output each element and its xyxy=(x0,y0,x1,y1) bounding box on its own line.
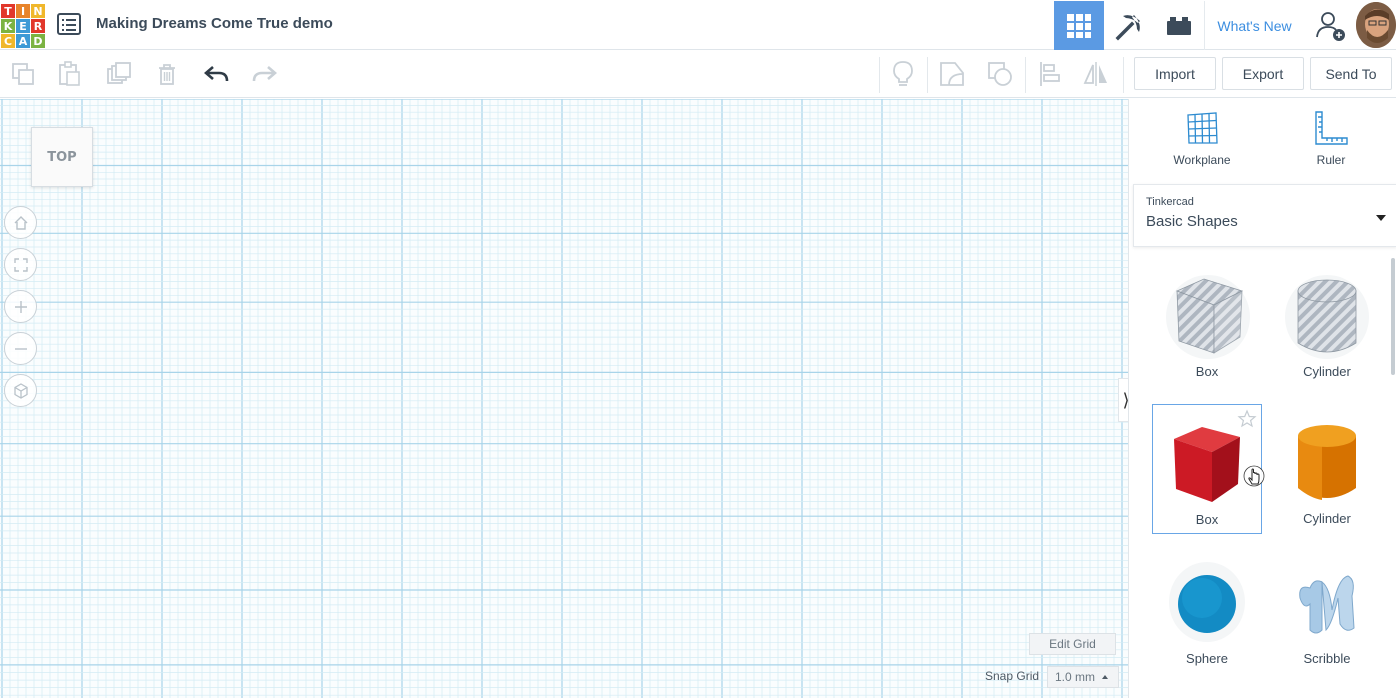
shape-grid: Box Cylinder Box Cylinder Sphere Scribbl… xyxy=(1129,257,1389,698)
add-user-icon xyxy=(1316,11,1345,41)
box-thumbnail xyxy=(1162,419,1252,509)
caret-up-icon xyxy=(1102,675,1108,679)
workplane-grid xyxy=(0,99,1128,698)
edit-grid-button[interactable]: Edit Grid xyxy=(1029,633,1116,655)
logo-letter: D xyxy=(31,34,45,48)
library-category: Tinkercad xyxy=(1146,196,1194,208)
undo-icon[interactable] xyxy=(202,59,232,89)
panel-scrollbar[interactable] xyxy=(1391,258,1395,375)
brick-icon xyxy=(1167,16,1191,35)
copy-icon[interactable] xyxy=(8,59,38,89)
mirror-icon[interactable] xyxy=(1081,59,1111,89)
plus-icon xyxy=(14,300,27,313)
box-hole-thumbnail xyxy=(1162,271,1252,361)
cube-icon xyxy=(13,382,28,399)
shape-box[interactable]: Box xyxy=(1152,404,1265,534)
shape-library-select[interactable]: Tinkercad Basic Shapes xyxy=(1133,184,1396,247)
snap-grid-label: Snap Grid xyxy=(985,669,1040,683)
3d-design-view-button[interactable] xyxy=(1054,1,1104,50)
top-bar: T I N K E R C A D Making Dreams Come Tru… xyxy=(0,0,1396,50)
shape-label: Cylinder xyxy=(1303,364,1351,379)
shape-label: Sphere xyxy=(1186,651,1228,666)
shape-label: Scribble xyxy=(1303,651,1351,666)
shape-label: Box xyxy=(1195,364,1219,379)
sphere-thumbnail xyxy=(1162,558,1252,648)
home-view-button[interactable] xyxy=(4,206,37,239)
export-button[interactable]: Export xyxy=(1222,57,1304,90)
zoom-in-button[interactable] xyxy=(4,290,37,323)
notes-lightbulb-icon[interactable] xyxy=(888,59,918,89)
workplane-tool[interactable]: Workplane xyxy=(1157,109,1247,174)
group-icon[interactable] xyxy=(937,59,967,89)
snap-grid-select[interactable]: 1.0 mm xyxy=(1047,666,1119,688)
snap-grid-value: 1.0 mm xyxy=(1055,670,1096,684)
send-to-button[interactable]: Send To xyxy=(1310,57,1392,90)
logo-letter: C xyxy=(1,34,15,48)
ungroup-icon[interactable] xyxy=(985,59,1015,89)
tinkercad-logo[interactable]: T I N K E R C A D xyxy=(0,3,45,48)
delete-icon[interactable] xyxy=(152,59,182,89)
grid-icon xyxy=(1067,13,1091,38)
paste-icon[interactable] xyxy=(54,59,84,89)
zoom-out-button[interactable] xyxy=(4,332,37,365)
logo-letter: T xyxy=(1,4,15,18)
fit-view-button[interactable] xyxy=(4,248,37,281)
shape-cylinder[interactable]: Cylinder xyxy=(1272,404,1382,534)
perspective-button[interactable] xyxy=(4,374,37,407)
workplane-icon xyxy=(1187,112,1218,144)
workplane-tool-label: Workplane xyxy=(1173,153,1231,167)
shape-label: Cylinder xyxy=(1303,511,1351,526)
fit-icon xyxy=(13,257,28,272)
redo-icon[interactable] xyxy=(249,59,279,89)
logo-letter: A xyxy=(16,34,30,48)
minecraft-view-button[interactable] xyxy=(1104,1,1154,50)
scribble-thumbnail xyxy=(1282,558,1372,648)
bricks-view-button[interactable] xyxy=(1154,1,1204,50)
toolbar-divider xyxy=(1025,57,1026,93)
user-avatar[interactable] xyxy=(1356,2,1396,48)
workplane-canvas[interactable]: Edit Grid Snap Grid 1.0 mm xyxy=(0,99,1128,698)
add-collaborator-button[interactable] xyxy=(1306,1,1356,50)
hand-cursor-icon xyxy=(1243,465,1265,487)
home-icon xyxy=(14,215,27,230)
toolbar-divider xyxy=(1123,57,1124,93)
logo-letter: I xyxy=(16,4,30,18)
logo-letter: K xyxy=(1,19,15,33)
shape-cylinder-hole[interactable]: Cylinder xyxy=(1272,257,1382,387)
duplicate-icon[interactable] xyxy=(104,59,134,89)
cylinder-hole-thumbnail xyxy=(1282,271,1372,361)
view-cube-face-label: TOP xyxy=(47,149,77,165)
align-icon[interactable] xyxy=(1035,59,1065,89)
design-list-icon[interactable] xyxy=(57,13,81,35)
ruler-tool[interactable]: Ruler xyxy=(1286,109,1376,174)
edit-toolbar: Import Export Send To xyxy=(0,51,1396,98)
logo-letter: E xyxy=(16,19,30,33)
dropdown-arrow-icon xyxy=(1376,215,1386,221)
view-cube[interactable]: TOP xyxy=(31,127,93,187)
shape-label: Box xyxy=(1195,512,1219,527)
shape-sphere[interactable]: Sphere xyxy=(1152,544,1262,674)
ruler-tool-label: Ruler xyxy=(1316,153,1346,167)
shape-box-hole[interactable]: Box xyxy=(1152,257,1262,387)
whats-new-link[interactable]: What's New xyxy=(1204,1,1304,50)
library-name: Basic Shapes xyxy=(1146,213,1238,230)
ruler-icon xyxy=(1315,111,1348,145)
shapes-panel: Workplane Ruler Tinkercad Basic Shapes B… xyxy=(1128,99,1396,698)
toolbar-divider xyxy=(927,57,928,93)
favorite-star-icon[interactable] xyxy=(1237,409,1257,429)
logo-letter: R xyxy=(31,19,45,33)
design-title[interactable]: Making Dreams Come True demo xyxy=(96,15,333,32)
minus-icon xyxy=(14,347,27,350)
import-button[interactable]: Import xyxy=(1134,57,1216,90)
toolbar-divider xyxy=(879,57,880,93)
pickaxe-icon xyxy=(1115,14,1140,40)
shape-scribble[interactable]: Scribble xyxy=(1272,544,1382,674)
logo-letter: N xyxy=(31,4,45,18)
cylinder-thumbnail xyxy=(1282,418,1372,508)
